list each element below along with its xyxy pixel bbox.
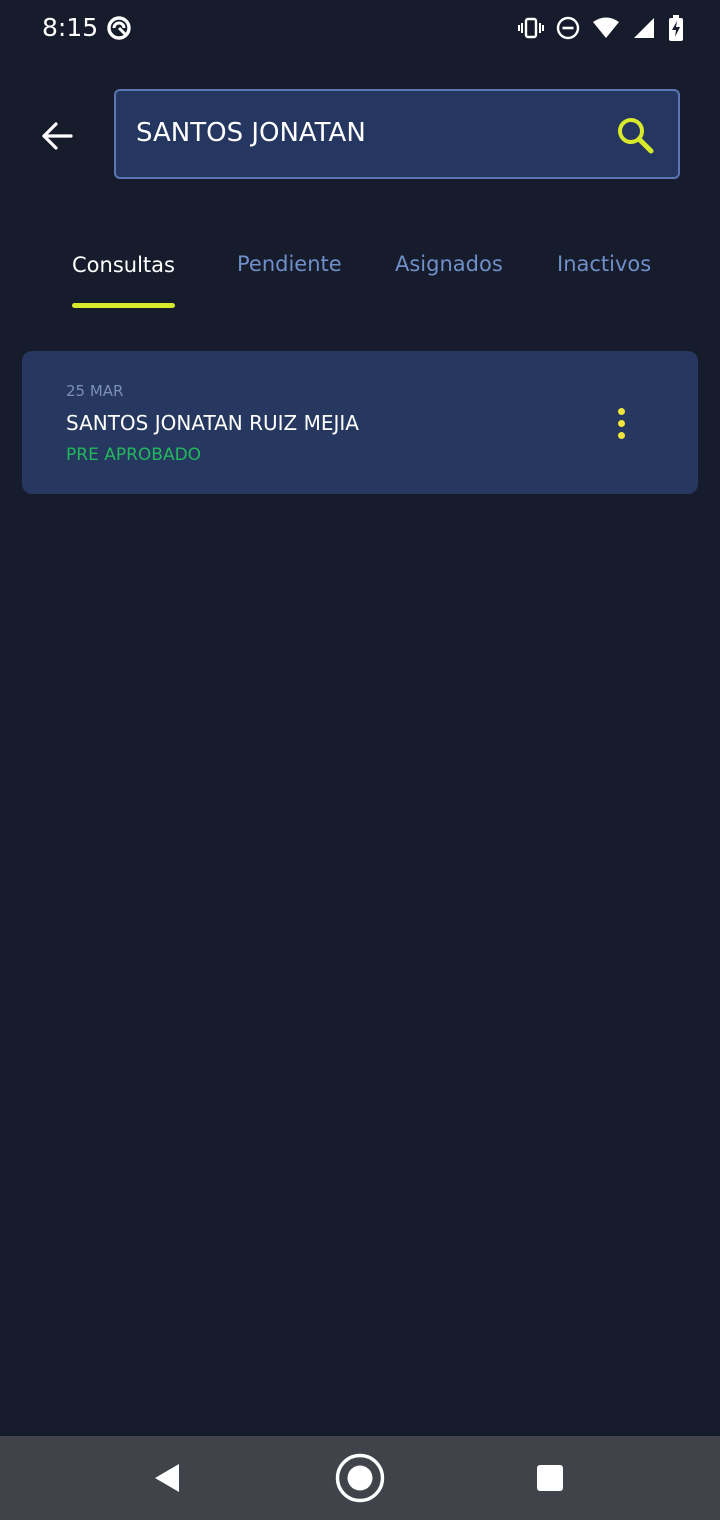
back-button[interactable] <box>30 110 84 162</box>
do-not-disturb-icon <box>556 16 580 40</box>
vibrate-icon <box>518 17 544 39</box>
tab-pendiente[interactable]: Pendiente <box>237 236 342 312</box>
search-input[interactable] <box>136 113 606 153</box>
menu-dot <box>617 407 625 415</box>
arrow-left-icon <box>42 122 73 150</box>
tab-label: Inactivos <box>557 252 652 276</box>
nav-home-button[interactable] <box>330 1452 390 1504</box>
triangle-back-icon <box>155 1464 179 1492</box>
tab-consultas[interactable]: Consultas <box>72 236 175 312</box>
wifi-icon <box>593 17 619 38</box>
result-name: SANTOS JONATAN RUIZ MEJIA <box>66 411 359 435</box>
cell-signal-icon <box>634 18 654 38</box>
tab-bar: Consultas Pendiente Asignados Inactivos <box>0 236 720 312</box>
more-vertical-icon[interactable] <box>604 401 638 445</box>
tab-label: Asignados <box>395 252 503 276</box>
result-card[interactable]: 25 MAR SANTOS JONATAN RUIZ MEJIA PRE APR… <box>22 351 698 494</box>
search-box <box>114 89 680 179</box>
tab-label: Pendiente <box>237 252 342 276</box>
search-button[interactable] <box>614 114 658 158</box>
tab-label: Consultas <box>72 253 175 277</box>
tab-asignados[interactable]: Asignados <box>395 236 503 312</box>
search-icon <box>618 118 654 154</box>
status-bar: 8:15 <box>0 0 720 56</box>
circle-home-icon <box>335 1453 385 1503</box>
menu-dot <box>617 419 625 427</box>
nav-recents-button[interactable] <box>520 1452 580 1504</box>
square-recents-icon <box>537 1465 563 1491</box>
result-date: 25 MAR <box>66 382 124 400</box>
result-status: PRE APROBADO <box>66 445 202 465</box>
navigation-bar <box>0 1436 720 1520</box>
active-tab-indicator <box>72 303 175 308</box>
status-icons <box>518 13 684 43</box>
menu-dot <box>617 431 625 439</box>
battery-charging-icon <box>669 15 683 41</box>
screen: 8:15 SANTOS JONATAN Consultas Pendiente … <box>0 0 720 1520</box>
nav-back-button[interactable] <box>137 1452 197 1504</box>
status-time: 8:15 <box>42 13 99 42</box>
tab-inactivos[interactable]: Inactivos <box>557 236 651 312</box>
app-notification-icon <box>107 16 131 40</box>
